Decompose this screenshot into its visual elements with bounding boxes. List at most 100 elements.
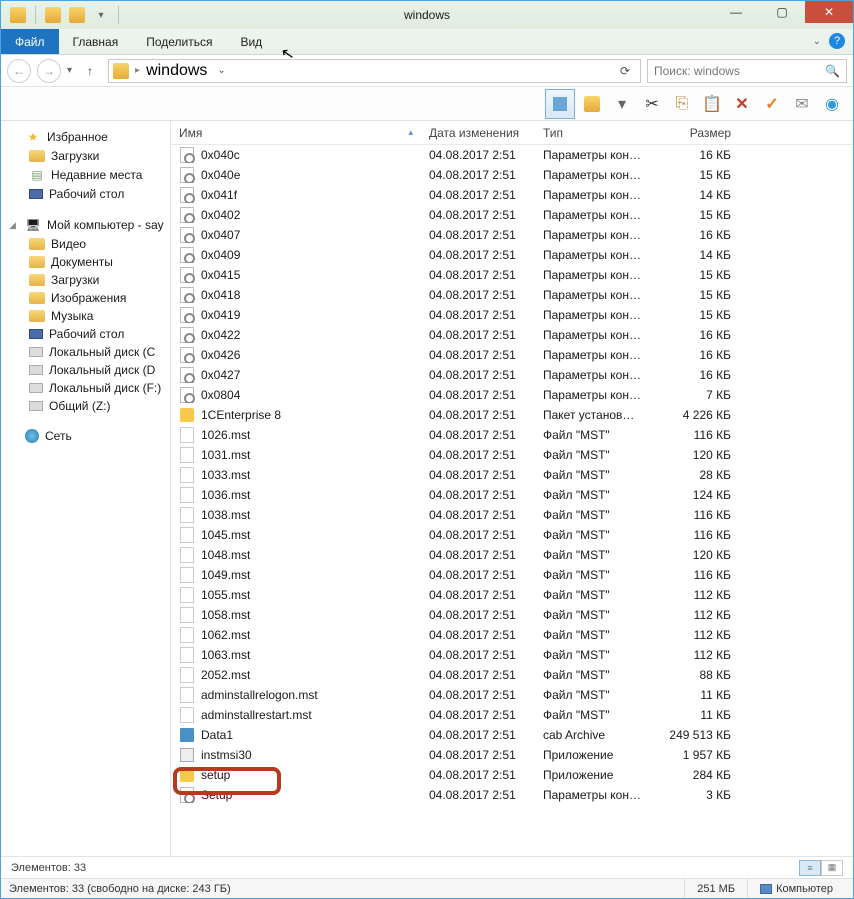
file-row[interactable]: 0x041904.08.2017 2:51Параметры конф...15… <box>171 305 853 325</box>
history-dropdown[interactable]: ▾ <box>67 65 72 76</box>
file-row[interactable]: 1026.mst04.08.2017 2:51Файл "MST"116 КБ <box>171 425 853 445</box>
file-name: 0x0415 <box>171 267 421 283</box>
cut-icon[interactable]: ✂ <box>639 91 665 117</box>
file-row[interactable]: 0x041f04.08.2017 2:51Параметры конф...14… <box>171 185 853 205</box>
minimize-button[interactable]: — <box>713 1 759 23</box>
file-row[interactable]: 0x042204.08.2017 2:51Параметры конф...16… <box>171 325 853 345</box>
tab-home[interactable]: Главная <box>59 29 133 54</box>
sidebar-documents[interactable]: Документы <box>3 253 168 271</box>
navigation-pane[interactable]: ★Избранное Загрузки ▤Недавние места Рабо… <box>1 121 171 856</box>
sidebar-item-label: Рабочий стол <box>49 187 124 201</box>
mail-icon[interactable]: ✉ <box>789 91 815 117</box>
file-row[interactable]: instmsi3004.08.2017 2:51Приложение1 957 … <box>171 745 853 765</box>
file-row[interactable]: 0x040704.08.2017 2:51Параметры конф...16… <box>171 225 853 245</box>
file-row[interactable]: 0x041504.08.2017 2:51Параметры конф...15… <box>171 265 853 285</box>
sidebar-favorites[interactable]: ★Избранное <box>3 127 168 147</box>
search-input[interactable] <box>654 64 825 78</box>
file-list[interactable]: Имя▴ Дата изменения Тип Размер 0x040c04.… <box>171 121 853 856</box>
sidebar-downloads2[interactable]: Загрузки <box>3 271 168 289</box>
column-date[interactable]: Дата изменения <box>421 126 535 140</box>
file-row[interactable]: 1038.mst04.08.2017 2:51Файл "MST"116 КБ <box>171 505 853 525</box>
close-button[interactable]: ✕ <box>805 1 853 23</box>
shell-icon[interactable]: ◉ <box>819 91 845 117</box>
file-row[interactable]: 1036.mst04.08.2017 2:51Файл "MST"124 КБ <box>171 485 853 505</box>
file-row[interactable]: 0x040904.08.2017 2:51Параметры конф...14… <box>171 245 853 265</box>
file-row[interactable]: 1048.mst04.08.2017 2:51Файл "MST"120 КБ <box>171 545 853 565</box>
file-row[interactable]: setup04.08.2017 2:51Приложение284 КБ <box>171 765 853 785</box>
file-row[interactable]: 0x042704.08.2017 2:51Параметры конф...16… <box>171 365 853 385</box>
sidebar-downloads[interactable]: Загрузки <box>3 147 168 165</box>
expand-icon[interactable]: ◢ <box>9 220 19 231</box>
file-row[interactable]: 0x041804.08.2017 2:51Параметры конф...15… <box>171 285 853 305</box>
file-row[interactable]: 1CEnterprise 804.08.2017 2:51Пакет устан… <box>171 405 853 425</box>
ribbon-expand-icon[interactable]: ⌄ <box>813 36 821 47</box>
sidebar-music[interactable]: Музыка <box>3 307 168 325</box>
file-row[interactable]: 0x040e04.08.2017 2:51Параметры конф...15… <box>171 165 853 185</box>
column-name[interactable]: Имя▴ <box>171 126 421 140</box>
file-type: Параметры конф... <box>535 168 649 182</box>
help-icon[interactable]: ? <box>829 33 845 49</box>
sidebar-disk-c[interactable]: Локальный диск (C <box>3 343 168 361</box>
sidebar-computer[interactable]: ◢🖥Мой компьютер - say <box>3 215 168 235</box>
sidebar-disk-d[interactable]: Локальный диск (D <box>3 361 168 379</box>
file-row[interactable]: 0x040204.08.2017 2:51Параметры конф...15… <box>171 205 853 225</box>
tab-file[interactable]: Файл <box>1 29 59 54</box>
file-row[interactable]: 1063.mst04.08.2017 2:51Файл "MST"112 КБ <box>171 645 853 665</box>
file-row[interactable]: 1062.mst04.08.2017 2:51Файл "MST"112 КБ <box>171 625 853 645</box>
file-date: 04.08.2017 2:51 <box>421 188 535 202</box>
details-view-button[interactable]: ≡ <box>799 860 821 876</box>
sidebar-shared[interactable]: Общий (Z:) <box>3 397 168 415</box>
qat-properties[interactable] <box>42 4 64 26</box>
tab-view[interactable]: Вид <box>226 29 276 54</box>
file-row[interactable]: 1058.mst04.08.2017 2:51Файл "MST"112 КБ <box>171 605 853 625</box>
file-row[interactable]: Data104.08.2017 2:51cab Archive249 513 К… <box>171 725 853 745</box>
file-row[interactable]: 0x040c04.08.2017 2:51Параметры конф...16… <box>171 145 853 165</box>
file-icon <box>179 647 195 663</box>
file-row[interactable]: 2052.mst04.08.2017 2:51Файл "MST"88 КБ <box>171 665 853 685</box>
organize-dropdown[interactable]: ▾ <box>609 91 635 117</box>
file-row[interactable]: 1031.mst04.08.2017 2:51Файл "MST"120 КБ <box>171 445 853 465</box>
file-type: Приложение <box>535 748 649 762</box>
organize-button[interactable] <box>579 91 605 117</box>
file-row[interactable]: 0x042604.08.2017 2:51Параметры конф...16… <box>171 345 853 365</box>
file-row[interactable]: 1045.mst04.08.2017 2:51Файл "MST"116 КБ <box>171 525 853 545</box>
maximize-button[interactable]: ▢ <box>759 1 805 23</box>
titlebar[interactable]: ▾ windows — ▢ ✕ <box>1 1 853 29</box>
file-row[interactable]: 1033.mst04.08.2017 2:51Файл "MST"28 КБ <box>171 465 853 485</box>
file-row[interactable]: adminstallrestart.mst04.08.2017 2:51Файл… <box>171 705 853 725</box>
tab-share[interactable]: Поделиться <box>132 29 226 54</box>
qat-dropdown[interactable]: ▾ <box>90 4 112 26</box>
search-icon[interactable]: 🔍 <box>825 64 840 78</box>
search-box[interactable]: 🔍 <box>647 59 847 83</box>
refresh-button[interactable]: ⟳ <box>614 64 636 78</box>
qat-newfolder[interactable] <box>66 4 88 26</box>
sidebar-desktop[interactable]: Рабочий стол <box>3 185 168 203</box>
back-button[interactable]: ← <box>7 59 31 83</box>
sidebar-recent[interactable]: ▤Недавние места <box>3 165 168 185</box>
breadcrumb[interactable]: windows <box>146 62 207 80</box>
forward-button[interactable]: → <box>37 59 61 83</box>
sidebar-disk-f[interactable]: Локальный диск (F:) <box>3 379 168 397</box>
column-type[interactable]: Тип <box>535 126 649 140</box>
icons-view-button[interactable]: ▦ <box>821 860 843 876</box>
sidebar-videos[interactable]: Видео <box>3 235 168 253</box>
sidebar-desktop2[interactable]: Рабочий стол <box>3 325 168 343</box>
preview-pane-button[interactable] <box>545 89 575 119</box>
sidebar-network[interactable]: Сеть <box>3 427 168 445</box>
file-row[interactable]: 1055.mst04.08.2017 2:51Файл "MST"112 КБ <box>171 585 853 605</box>
file-row[interactable]: Setup04.08.2017 2:51Параметры конф...3 К… <box>171 785 853 805</box>
copy-icon[interactable]: ⎘ <box>669 91 695 117</box>
content-area: ★Избранное Загрузки ▤Недавние места Рабо… <box>1 121 853 856</box>
up-button[interactable]: ↑ <box>78 59 102 83</box>
paste-icon[interactable]: 📋 <box>699 91 725 117</box>
delete-icon[interactable]: ✕ <box>729 91 755 117</box>
file-row[interactable]: adminstallrelogon.mst04.08.2017 2:51Файл… <box>171 685 853 705</box>
network-icon <box>25 429 39 443</box>
file-row[interactable]: 1049.mst04.08.2017 2:51Файл "MST"116 КБ <box>171 565 853 585</box>
check-icon[interactable]: ✓ <box>759 91 785 117</box>
address-dropdown[interactable]: ⌄ <box>213 65 229 76</box>
column-size[interactable]: Размер <box>649 126 739 140</box>
sidebar-pictures[interactable]: Изображения <box>3 289 168 307</box>
file-row[interactable]: 0x080404.08.2017 2:51Параметры конф...7 … <box>171 385 853 405</box>
address-bar[interactable]: ▸ windows ⌄ ⟳ <box>108 59 641 83</box>
